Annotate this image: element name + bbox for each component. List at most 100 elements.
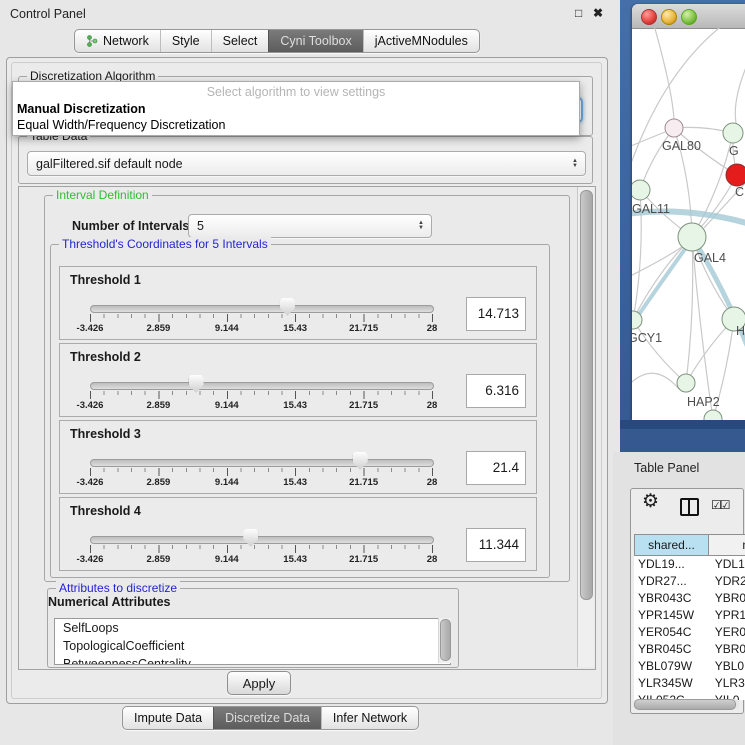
slider-track[interactable] bbox=[90, 305, 434, 313]
threshold-label: Threshold 1 bbox=[70, 273, 141, 287]
panel-title: Control Panel bbox=[10, 7, 86, 21]
tab-select[interactable]: Select bbox=[211, 30, 269, 52]
table-header: shared... na bbox=[634, 534, 745, 556]
threshold-value-field[interactable]: 21.4 bbox=[466, 451, 526, 485]
spinner-arrows-icon[interactable]: ▲▼ bbox=[418, 221, 424, 231]
cell-name: YDR2 bbox=[709, 573, 745, 590]
bottom-tab-infer-network[interactable]: Infer Network bbox=[321, 707, 418, 729]
table-row[interactable]: YER054CYER0 bbox=[634, 624, 745, 641]
tick-label: 2.859 bbox=[147, 323, 171, 334]
table-row[interactable]: YBL079WYBL0 bbox=[634, 658, 745, 675]
zoom-traffic-light[interactable] bbox=[681, 9, 697, 25]
tab-label: Discretize Data bbox=[225, 711, 310, 725]
network-edge[interactable] bbox=[640, 128, 674, 190]
threshold-panel-2: Threshold 2-3.4262.8599.14415.4321.71528… bbox=[59, 343, 537, 417]
bottom-tab-discretize-data[interactable]: Discretize Data bbox=[213, 707, 321, 729]
attributes-list-scrollbar[interactable] bbox=[438, 618, 451, 663]
tab-network[interactable]: Network bbox=[75, 30, 160, 52]
network-node-gal80[interactable] bbox=[665, 119, 683, 137]
slider-track[interactable] bbox=[90, 459, 434, 467]
attributes-group-title: Attributes to discretize bbox=[56, 581, 180, 595]
table-row[interactable]: YDL19...YDL1 bbox=[634, 556, 745, 573]
split-columns-icon[interactable] bbox=[680, 498, 699, 516]
scrollbar-thumb[interactable] bbox=[440, 619, 451, 661]
select-columns-icon[interactable]: ☑☑ bbox=[711, 498, 729, 512]
table-row[interactable]: YBR045CYBR0 bbox=[634, 641, 745, 658]
attribute-item-selfloops[interactable]: SelfLoops bbox=[55, 619, 450, 637]
tab-cyni-toolbox[interactable]: Cyni Toolbox bbox=[268, 30, 362, 52]
tick-label: 2.859 bbox=[147, 477, 171, 488]
threshold-value-field[interactable]: 14.713 bbox=[466, 297, 526, 331]
column-header-shared-name[interactable]: shared... bbox=[634, 534, 709, 556]
algorithm-hint-option[interactable]: Select algorithm to view settings bbox=[13, 82, 579, 101]
spinner-arrows-icon[interactable]: ▲▼ bbox=[572, 159, 578, 169]
tick-label: 28 bbox=[427, 477, 438, 488]
close-traffic-light[interactable] bbox=[641, 9, 657, 25]
column-header-name[interactable]: na bbox=[709, 534, 745, 556]
network-edge[interactable] bbox=[632, 132, 665, 148]
apply-button[interactable]: Apply bbox=[227, 671, 291, 695]
close-icon[interactable]: ✖ bbox=[593, 6, 603, 20]
threshold-value-field[interactable]: 11.344 bbox=[466, 528, 526, 562]
slider-track[interactable] bbox=[90, 382, 434, 390]
threshold-panel-1: Threshold 1-3.4262.8599.14415.4321.71528… bbox=[59, 266, 537, 340]
network-node-hap2[interactable] bbox=[677, 374, 695, 392]
tab-jactivemnodules[interactable]: jActiveMNodules bbox=[363, 30, 479, 52]
table-data-combo[interactable]: galFiltered.sif default node ▲▼ bbox=[27, 151, 586, 176]
network-node-gal11[interactable] bbox=[632, 180, 650, 200]
threshold-value-field[interactable]: 6.316 bbox=[466, 374, 526, 408]
gear-icon[interactable]: ⚙ bbox=[642, 490, 659, 513]
attributes-group: Attributes to discretize Numerical Attri… bbox=[47, 588, 459, 668]
table-horizontal-scrollbar[interactable] bbox=[633, 699, 739, 709]
attribute-item-topologicalcoefficient[interactable]: TopologicalCoefficient bbox=[55, 637, 450, 655]
network-icon bbox=[86, 35, 98, 47]
tick-label: 2.859 bbox=[147, 554, 171, 565]
tab-label: Network bbox=[103, 34, 149, 48]
network-node-gal4[interactable] bbox=[678, 223, 706, 251]
thresholds-group-title: Threshold's Coordinates for 5 Intervals bbox=[59, 237, 271, 251]
window-shadow bbox=[620, 420, 745, 429]
table-row[interactable]: YPR145WYPR1 bbox=[634, 607, 745, 624]
network-edge[interactable] bbox=[633, 320, 686, 383]
cell-shared-name: YLR345W bbox=[634, 675, 709, 692]
network-edge[interactable] bbox=[686, 237, 693, 383]
network-node-g[interactable] bbox=[723, 123, 743, 143]
cell-shared-name: YBR043C bbox=[634, 590, 709, 607]
table-row[interactable]: YDR27...YDR2 bbox=[634, 573, 745, 590]
network-canvas[interactable]: GAL80GCGAL11GAL4GCY1HHAP2 bbox=[632, 28, 745, 420]
option-equal-width-frequency[interactable]: Equal Width/Frequency Discretization bbox=[13, 117, 579, 133]
settings-scrollbar[interactable] bbox=[577, 187, 594, 667]
table-row[interactable]: YLR345WYLR3 bbox=[634, 675, 745, 692]
node-label: GAL11 bbox=[632, 202, 670, 216]
tick-label: -3.426 bbox=[77, 400, 104, 411]
node-label: HAP2 bbox=[687, 395, 720, 409]
scrollbar-thumb[interactable] bbox=[634, 699, 736, 710]
tab-label: Style bbox=[172, 34, 200, 48]
network-edge[interactable] bbox=[652, 28, 674, 119]
tick-label: 9.144 bbox=[215, 477, 239, 488]
float-window-icon[interactable]: □ bbox=[575, 6, 582, 20]
cell-name: YBL0 bbox=[709, 658, 745, 675]
cell-name: YLR3 bbox=[709, 675, 745, 692]
tick-label: 15.43 bbox=[283, 400, 307, 411]
network-edge[interactable] bbox=[632, 373, 679, 389]
network-edge[interactable] bbox=[735, 58, 745, 123]
scrollbar-thumb[interactable] bbox=[580, 190, 593, 600]
tab-style[interactable]: Style bbox=[160, 30, 211, 52]
tab-label: Impute Data bbox=[134, 711, 202, 725]
tick-label: 9.144 bbox=[215, 554, 239, 565]
threshold-value: 11.344 bbox=[467, 529, 525, 561]
table-row[interactable]: YBR043CYBR0 bbox=[634, 590, 745, 607]
minimize-traffic-light[interactable] bbox=[661, 9, 677, 25]
node-label: GCY1 bbox=[632, 331, 662, 345]
slider-track[interactable] bbox=[90, 536, 434, 544]
number-of-intervals-spinner[interactable]: 5 ▲▼ bbox=[188, 214, 432, 238]
network-node-c[interactable] bbox=[726, 164, 745, 186]
network-node[interactable] bbox=[704, 410, 722, 420]
threshold-label: Threshold 3 bbox=[70, 427, 141, 441]
table-body: YDL19...YDL1YDR27...YDR2YBR043CYBR0YPR14… bbox=[634, 556, 745, 700]
option-manual-discretization[interactable]: Manual Discretization bbox=[13, 101, 579, 117]
attribute-item-betweennesscentrality[interactable]: BetweennessCentrality bbox=[55, 655, 450, 665]
bottom-tab-impute-data[interactable]: Impute Data bbox=[123, 707, 213, 729]
network-window-titlebar[interactable] bbox=[632, 4, 745, 29]
